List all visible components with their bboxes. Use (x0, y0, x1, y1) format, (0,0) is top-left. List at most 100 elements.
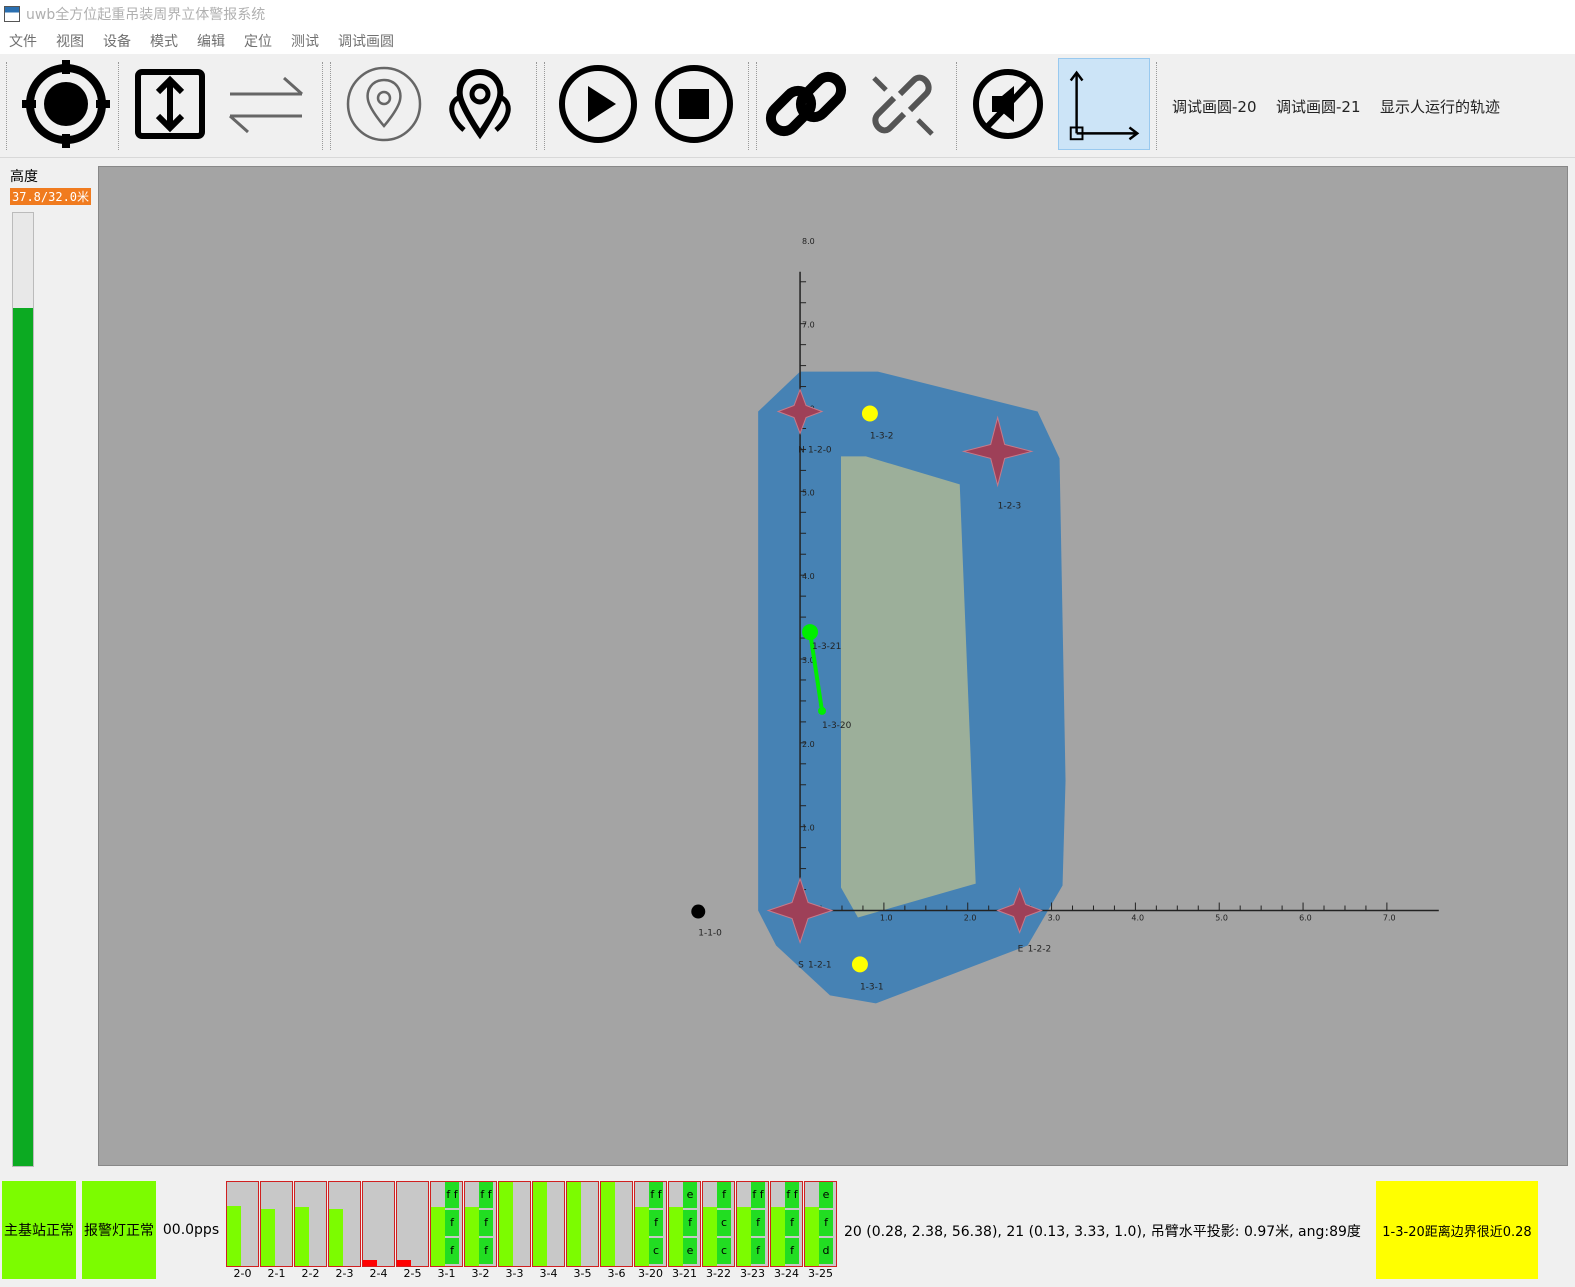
scene-canvas[interactable]: 1.02.03.04.05.06.07.0 1.02.03.04.05.06.0… (98, 166, 1568, 1166)
sensor-cell: f f f 0f 0 (736, 1181, 769, 1267)
toolbar-separator (1156, 62, 1158, 150)
tag-dot (861, 405, 878, 422)
sensor-label: 3-4 (539, 1267, 558, 1280)
anchor-label: 1-2-2 (1028, 944, 1052, 954)
axes-icon (1069, 70, 1140, 141)
height-gauge-fill (13, 308, 33, 1166)
menu-mode[interactable]: 模式 (150, 31, 178, 51)
sensor-label: 3-6 (607, 1267, 626, 1280)
tag-label: 1-3-1 (860, 982, 884, 992)
anchor-label: 1-2-1 (808, 960, 832, 970)
tag-dot (851, 956, 868, 973)
show-track-button[interactable]: 显示人运行的轨迹 (1380, 96, 1500, 117)
x-tick-label: 7.0 (1383, 913, 1396, 922)
sensor-cell (328, 1181, 361, 1267)
toolbar-separator (6, 62, 8, 150)
app-icon (4, 6, 20, 22)
target-button[interactable] (20, 58, 112, 150)
debug-circle-20-button[interactable]: 调试画圆-20 (1172, 96, 1257, 117)
tag-dot (802, 624, 819, 641)
play-icon (559, 65, 637, 143)
target-icon (22, 60, 110, 148)
sensor-level-fill (567, 1182, 581, 1266)
sensor-label: 2-2 (301, 1267, 320, 1280)
menu-device[interactable]: 设备 (103, 31, 131, 51)
sensor-grid-cell: f 0 (479, 1238, 493, 1264)
sensor-level-fill (635, 1207, 649, 1266)
alarm-light-status: 报警灯正常 (82, 1181, 156, 1279)
sensor-grid-cell: e e (819, 1182, 833, 1227)
sensor-level-fill (261, 1208, 275, 1266)
y-tick-label: 5.0 (802, 488, 815, 497)
sensor-level-fill (227, 1205, 241, 1266)
sensor-level-fill (703, 1207, 717, 1266)
sensor-cell (260, 1181, 293, 1267)
sensor-cell: f f f 0f 0 (770, 1181, 803, 1267)
y-tick-label: 1.0 (802, 824, 815, 833)
mute-button[interactable] (962, 58, 1054, 150)
sensor-cell: e ef 0d 0 (804, 1181, 837, 1267)
mute-icon (973, 69, 1043, 139)
tag-label: 1-1-0 (698, 928, 722, 938)
menu-edit[interactable]: 编辑 (197, 31, 225, 51)
sensor-label: 3-20 (638, 1267, 663, 1280)
toolbar: 调试画圆-20 调试画圆-21 显示人运行的轨迹 (0, 54, 1575, 158)
y-tick-label: 4.0 (802, 572, 815, 581)
sensor-grid-cell: e f (683, 1182, 697, 1227)
menu-test[interactable]: 测试 (291, 31, 319, 51)
link-button[interactable] (760, 58, 852, 150)
anchor-label: 1-2-3 (998, 501, 1022, 511)
unlink-icon (872, 74, 934, 136)
sensor-label: 3-2 (471, 1267, 490, 1280)
stop-button[interactable] (648, 58, 740, 150)
multi-location-button[interactable] (434, 58, 526, 150)
toolbar-separator (536, 62, 538, 150)
sensor-cell (566, 1181, 599, 1267)
location-pin-icon (346, 66, 422, 142)
sensor-cell: f f f 0f 0 (464, 1181, 497, 1267)
sensor-cell (600, 1181, 633, 1267)
x-tick-label: 6.0 (1299, 913, 1312, 922)
menu-view[interactable]: 视图 (56, 31, 84, 51)
y-tick-label: 8.0 (802, 237, 815, 246)
location-pin-button[interactable] (338, 58, 430, 150)
menu-locate[interactable]: 定位 (244, 31, 272, 51)
play-button[interactable] (552, 58, 644, 150)
menu-file[interactable]: 文件 (9, 31, 37, 51)
anchor-label: S (798, 960, 804, 970)
sensor-cell: e ff 0e 0 (668, 1181, 701, 1267)
menu-debug-circle[interactable]: 调试画圆 (338, 31, 394, 51)
vertical-arrows-button[interactable] (124, 58, 216, 150)
sensor-cell (396, 1181, 429, 1267)
x-tick-label: 4.0 (1131, 913, 1144, 922)
sensor-cell (294, 1181, 327, 1267)
sensor-cell (532, 1181, 565, 1267)
status-bar: 主基站正常 报警灯正常 00.0pps 20 (0.28, 2.38, 56.3… (0, 1175, 1575, 1287)
sensor-level-fill (533, 1182, 547, 1266)
sensor-grid-cell: f 0 (445, 1210, 459, 1255)
sensor-label: 3-25 (808, 1267, 833, 1280)
anchor-label: N (798, 445, 805, 455)
inner-zone (840, 456, 976, 918)
vertical-arrows-icon (135, 69, 205, 139)
scene-view[interactable]: 1.02.03.04.05.06.07.0 1.02.03.04.05.06.0… (99, 167, 1567, 1165)
sensor-grid-cell: f 0 (785, 1210, 799, 1255)
axes-button[interactable] (1058, 58, 1150, 150)
debug-circle-21-button[interactable]: 调试画圆-21 (1276, 96, 1361, 117)
multi-location-icon (449, 68, 511, 140)
link-icon (765, 71, 847, 137)
swap-arrows-button[interactable] (220, 58, 312, 150)
title-bar: uwb全方位起重吊装周界立体警报系统 (0, 0, 1575, 28)
sensor-cell (362, 1181, 395, 1267)
sensor-level-fill (669, 1207, 683, 1266)
window-title: uwb全方位起重吊装周界立体警报系统 (26, 7, 266, 23)
sensor-grid-cell: f f (445, 1182, 459, 1208)
toolbar-separator (544, 62, 546, 150)
sensor-label: 2-3 (335, 1267, 354, 1280)
sensor-level-fill (737, 1207, 751, 1266)
sensor-level-fill (295, 1207, 309, 1266)
sensor-label: 3-23 (740, 1267, 765, 1280)
sensor-grid-cell: f e (717, 1182, 731, 1227)
unlink-button[interactable] (856, 58, 948, 150)
x-tick-label: 3.0 (1048, 913, 1061, 922)
